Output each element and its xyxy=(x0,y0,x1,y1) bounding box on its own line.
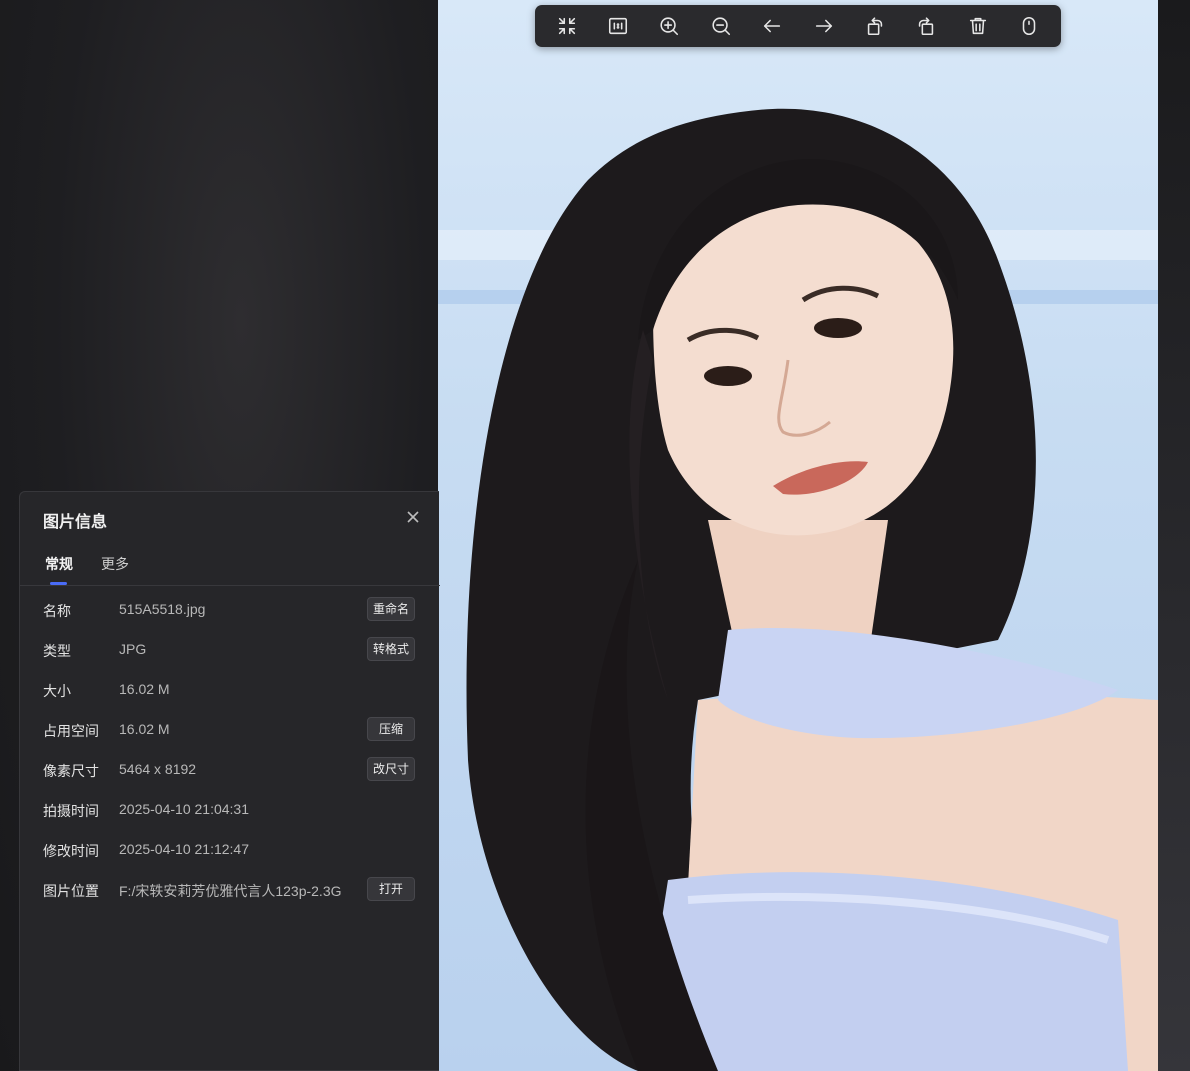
zoom-out-button[interactable] xyxy=(704,9,738,43)
actual-size-icon xyxy=(609,17,628,35)
trash-icon xyxy=(969,17,986,35)
row-value: F:/宋轶安莉芳优雅代言人123p-2.3G xyxy=(119,883,342,899)
info-row-shot-time: 拍摄时间 2025-04-10 21:04:31 xyxy=(20,791,440,831)
row-value: 16.02 M xyxy=(119,721,170,737)
row-value: 515A5518.jpg xyxy=(119,601,206,617)
info-row-modified-time: 修改时间 2025-04-10 21:12:47 xyxy=(20,831,440,871)
info-row-type: 类型 JPG 转格式 xyxy=(20,631,440,671)
row-value: 2025-04-10 21:04:31 xyxy=(119,801,249,817)
panel-title: 图片信息 xyxy=(43,514,108,531)
active-tab-indicator xyxy=(50,582,67,585)
mouse-mode-button[interactable] xyxy=(1012,9,1046,43)
tab-more[interactable]: 更多 xyxy=(101,554,129,574)
row-label: 图片位置 xyxy=(43,883,99,899)
row-value: JPG xyxy=(119,641,147,657)
delete-button[interactable] xyxy=(961,9,995,43)
exit-fullscreen-button[interactable] xyxy=(550,9,584,43)
row-label: 修改时间 xyxy=(43,843,99,859)
previous-arrow-icon xyxy=(764,19,781,33)
portrait-illustration xyxy=(438,108,1158,1071)
info-row-location: 图片位置 F:/宋轶安莉芳优雅代言人123p-2.3G 打开 xyxy=(20,871,440,911)
info-row-name: 名称 515A5518.jpg 重命名 xyxy=(20,591,440,631)
tab-general[interactable]: 常规 xyxy=(45,554,73,574)
rename-button[interactable]: 重命名 xyxy=(367,597,415,621)
convert-format-button[interactable]: 转格式 xyxy=(367,637,415,661)
resize-button[interactable]: 改尺寸 xyxy=(367,757,415,781)
image-info-panel: 图片信息 常规 更多 名称 515A5518.jpg 重命名 类型 JPG 转格… xyxy=(19,491,440,1071)
row-label: 占用空间 xyxy=(43,723,99,739)
row-label: 拍摄时间 xyxy=(43,803,99,819)
actual-size-button[interactable] xyxy=(601,9,635,43)
close-icon xyxy=(407,511,419,523)
exit-fullscreen-icon xyxy=(558,17,575,35)
info-row-dimensions: 像素尺寸 5464 x 8192 改尺寸 xyxy=(20,751,440,791)
row-value: 5464 x 8192 xyxy=(119,761,197,777)
row-label: 类型 xyxy=(43,643,71,659)
rotate-right-icon xyxy=(919,17,934,36)
panel-tabs: 常规 更多 xyxy=(20,550,440,586)
mouse-icon xyxy=(1022,16,1036,36)
previous-button[interactable] xyxy=(755,9,789,43)
photo-preview[interactable] xyxy=(438,0,1158,1071)
zoom-out-icon xyxy=(712,17,730,36)
row-label: 名称 xyxy=(43,603,71,619)
close-button[interactable] xyxy=(404,508,422,526)
row-value: 2025-04-10 21:12:47 xyxy=(119,841,249,857)
compress-button[interactable]: 压缩 xyxy=(367,717,415,741)
rotate-right-button[interactable] xyxy=(909,9,943,43)
rotate-left-icon xyxy=(867,17,883,36)
row-label: 像素尺寸 xyxy=(43,763,99,779)
info-row-disk-usage: 占用空间 16.02 M 压缩 xyxy=(20,711,440,751)
row-value: 16.02 M xyxy=(119,681,170,697)
viewer-background-right xyxy=(1158,0,1190,1071)
row-label: 大小 xyxy=(43,683,71,699)
rotate-left-button[interactable] xyxy=(858,9,892,43)
zoom-in-button[interactable] xyxy=(652,9,686,43)
info-row-size: 大小 16.02 M xyxy=(20,671,440,711)
zoom-in-icon xyxy=(660,17,679,36)
next-arrow-icon xyxy=(815,19,832,33)
viewer-toolbar xyxy=(535,5,1061,47)
next-button[interactable] xyxy=(807,9,841,43)
open-location-button[interactable]: 打开 xyxy=(367,877,415,901)
